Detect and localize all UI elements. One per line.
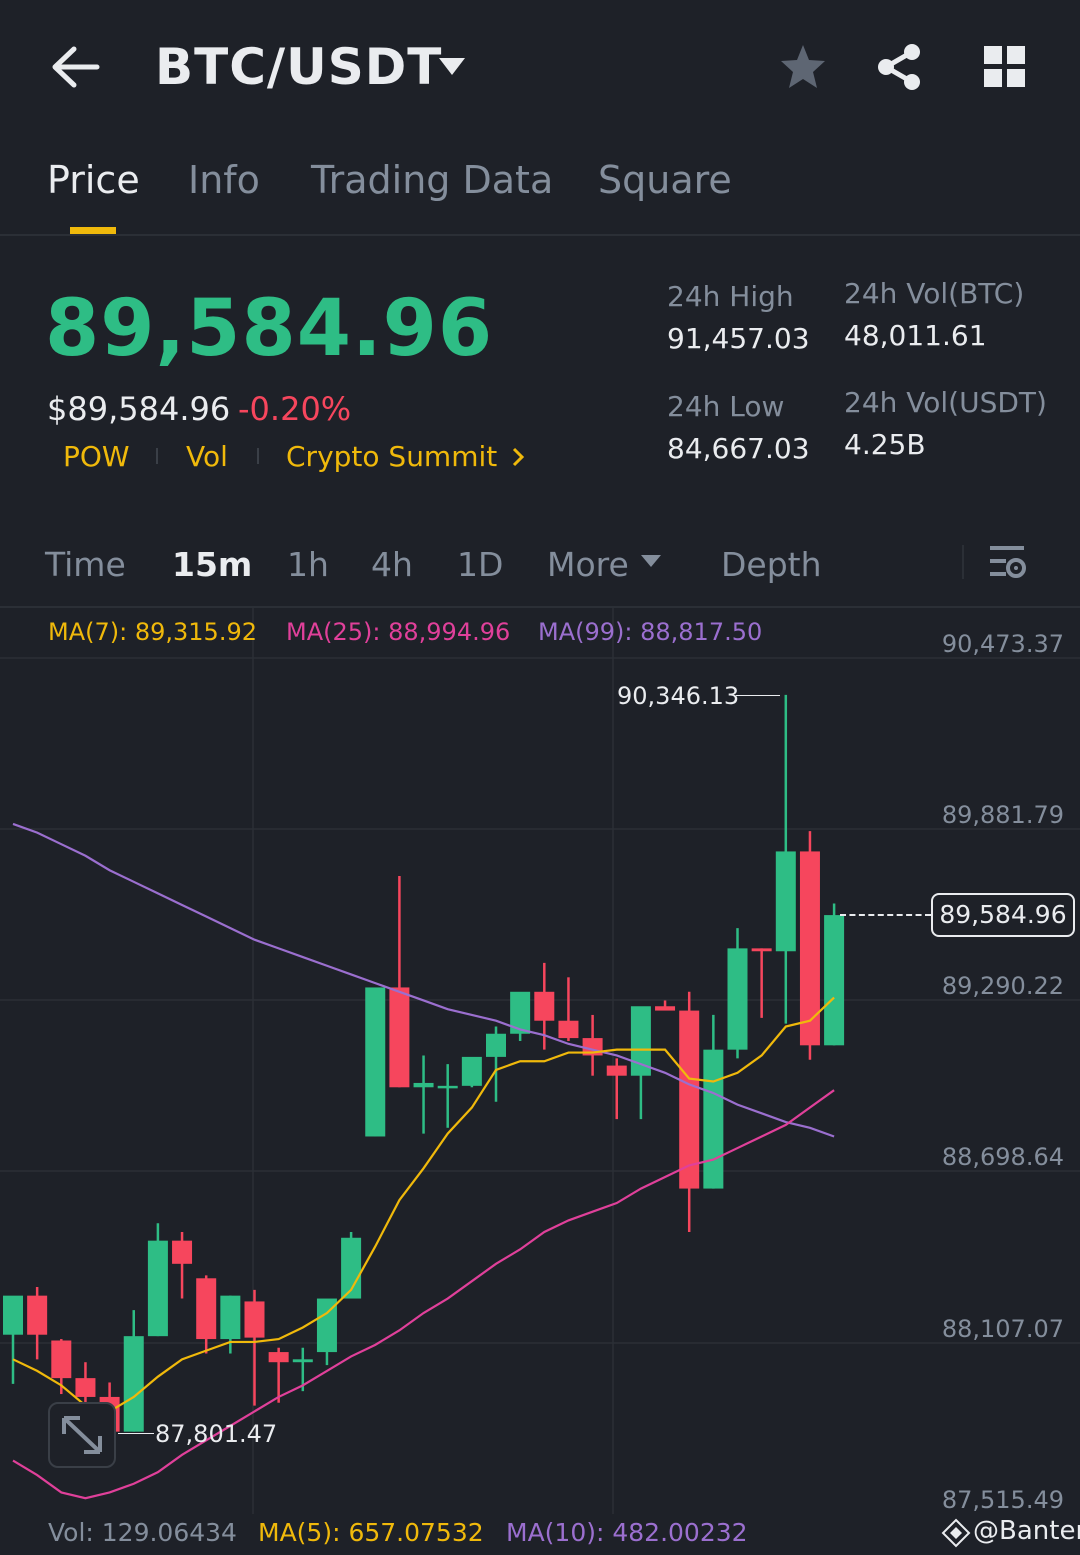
timeframe-depth[interactable]: Depth	[721, 545, 822, 584]
stat-vol-usdt-label: 24h Vol(USDT)	[844, 386, 1047, 419]
candle-body	[244, 1301, 265, 1338]
candle-body	[461, 1056, 482, 1086]
timeframe-time[interactable]: Time	[45, 545, 126, 584]
candle-body	[292, 1359, 313, 1363]
timeframe-4h[interactable]: 4h	[371, 545, 413, 584]
low-marker-label: 87,801.47	[155, 1420, 278, 1448]
last-price: 89,584.96	[45, 284, 494, 374]
stat-low-value: 84,667.03	[667, 432, 810, 465]
tab-active-indicator	[70, 227, 116, 234]
grid-icon[interactable]	[982, 44, 1028, 90]
candle-body	[27, 1295, 48, 1335]
y-tick-label: 87,515.49	[941, 1486, 1064, 1514]
vol-ma10-legend: MA(10): 482.00232	[506, 1518, 748, 1547]
arrow-left-icon[interactable]	[50, 45, 100, 89]
candle-body	[534, 991, 555, 1021]
candle-body	[703, 1049, 724, 1189]
stat-high-value: 91,457.03	[667, 322, 810, 355]
current-price-label: 89,584.96	[931, 893, 1075, 937]
caret-down-icon[interactable]	[640, 553, 662, 569]
candle-body	[75, 1378, 96, 1397]
candle-body	[486, 1033, 506, 1057]
ma7-legend: MA(7): 89,315.92	[48, 618, 257, 646]
price-chart[interactable]	[0, 608, 1080, 1555]
tag-pow[interactable]: POW	[63, 440, 130, 473]
high-marker-line	[736, 695, 780, 696]
tag-separator	[156, 448, 158, 464]
candle-body	[172, 1240, 193, 1264]
stat-vol-btc-label: 24h Vol(BTC)	[844, 277, 1025, 310]
stat-low-label: 24h Low	[667, 390, 785, 423]
price-change: -0.20%	[238, 390, 352, 428]
candle-body	[679, 1010, 700, 1189]
candle-body	[3, 1295, 23, 1335]
vol-legend: Vol: 129.06434	[48, 1518, 237, 1547]
chevron-right-icon[interactable]	[510, 446, 526, 468]
tag-vol[interactable]: Vol	[186, 440, 228, 473]
tabs-divider	[0, 234, 1080, 236]
expand-icon	[62, 1416, 102, 1454]
stat-high-label: 24h High	[667, 280, 794, 313]
weibo-logo-icon	[941, 1518, 971, 1548]
share-icon[interactable]	[875, 42, 925, 92]
tab-trading-data[interactable]: Trading Data	[311, 158, 553, 202]
candle-body	[220, 1295, 241, 1340]
toolbar-separator	[962, 545, 964, 579]
candle-body	[727, 948, 748, 1050]
y-tick-label: 88,698.64	[941, 1143, 1064, 1171]
candle-body	[606, 1065, 627, 1076]
candle-body	[123, 1336, 144, 1432]
candle-body	[51, 1340, 72, 1379]
stat-vol-btc-value: 48,011.61	[844, 319, 987, 352]
candle-body	[775, 851, 796, 952]
candle-body	[196, 1278, 217, 1340]
pair-title[interactable]: BTC/USDT	[155, 38, 442, 96]
tag-crypto-summit[interactable]: Crypto Summit	[286, 440, 497, 473]
timeframe-1h[interactable]: 1h	[287, 545, 329, 584]
fullscreen-button[interactable]	[48, 1402, 116, 1468]
timeframe-15m[interactable]: 15m	[172, 545, 252, 584]
candle-body	[268, 1352, 289, 1363]
tab-info[interactable]: Info	[188, 158, 260, 202]
stat-vol-usdt-value: 4.25B	[844, 428, 926, 461]
candle-body	[437, 1085, 458, 1089]
candle-body	[147, 1240, 168, 1337]
y-tick-label: 88,107.07	[941, 1315, 1064, 1343]
tab-square[interactable]: Square	[598, 158, 732, 202]
candle-body	[389, 987, 410, 1088]
tag-separator	[257, 448, 259, 464]
timeframe-1d[interactable]: 1D	[457, 545, 503, 584]
candle-body	[799, 851, 820, 1046]
high-marker-label: 90,346.13	[617, 682, 740, 710]
usd-price: $89,584.96	[47, 390, 231, 428]
ma99-legend: MA(99): 88,817.50	[538, 618, 763, 646]
caret-down-icon[interactable]	[437, 56, 467, 78]
candle-body	[751, 948, 772, 952]
y-tick-label: 90,473.37	[941, 630, 1064, 658]
chart-settings-icon[interactable]	[988, 544, 1028, 582]
y-tick-label: 89,290.22	[941, 972, 1064, 1000]
vol-ma5-legend: MA(5): 657.07532	[258, 1518, 484, 1547]
timeframe-more[interactable]: More	[547, 545, 629, 584]
y-tick-label: 89,881.79	[941, 801, 1064, 829]
ma25-legend: MA(25): 88,994.96	[286, 618, 511, 646]
star-icon[interactable]	[778, 42, 828, 92]
candle-body	[558, 1020, 579, 1039]
candle-body	[413, 1082, 434, 1088]
current-price-line	[840, 914, 931, 916]
low-marker-line	[118, 1433, 154, 1434]
tab-price[interactable]: Price	[47, 158, 140, 202]
candle-body	[824, 915, 845, 1046]
candle-body	[655, 1006, 676, 1011]
watermark: @Banter	[973, 1516, 1080, 1546]
candle-body	[365, 987, 386, 1137]
